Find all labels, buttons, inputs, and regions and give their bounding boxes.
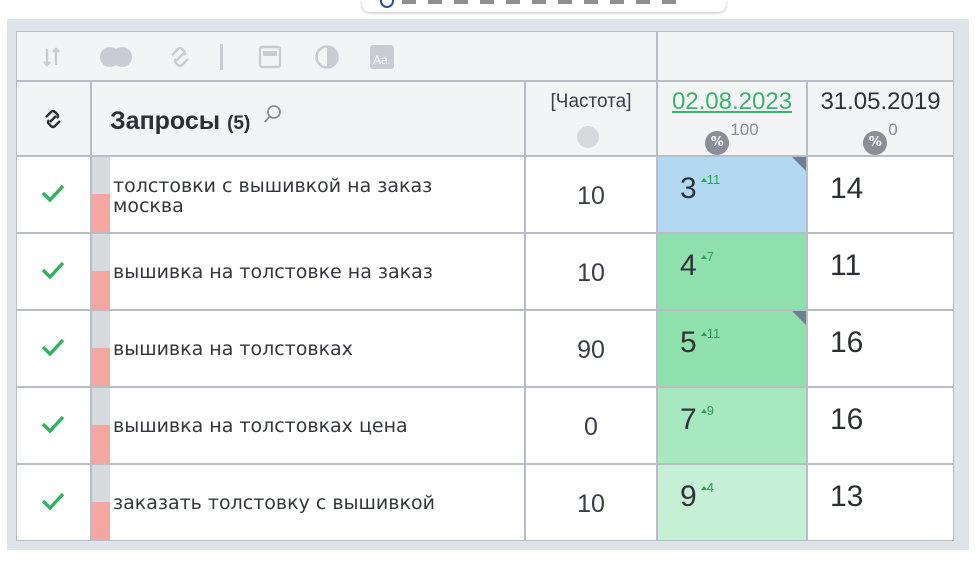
- sort-icon[interactable]: [39, 44, 65, 70]
- position-delta: 7: [700, 249, 714, 264]
- position-delta: 4: [700, 480, 714, 495]
- table-row-check-cell: [17, 388, 90, 463]
- position-delta-value: 11: [706, 326, 721, 341]
- table-row-position-cell[interactable]: 3 11: [658, 157, 806, 232]
- link-icon[interactable]: [40, 106, 66, 136]
- table-row-check-cell: [17, 157, 90, 232]
- query-text: заказать толстовку с вышивкой: [113, 492, 435, 514]
- corner-flag-icon: [792, 311, 806, 325]
- frequency-value: 10: [577, 182, 605, 210]
- prev-position-value: 14: [830, 172, 864, 205]
- query-text: вышивка на толстовке на заказ: [113, 261, 433, 283]
- link-icon[interactable]: [167, 44, 193, 70]
- prev-position-value: 16: [830, 326, 864, 359]
- search-icon[interactable]: [263, 102, 283, 131]
- table-row-query-cell[interactable]: толстовки с вышивкой на заказ москва: [92, 157, 524, 232]
- positions-table: Aa Запросы (5) [Частота] 02.08.2023 %100…: [16, 31, 954, 541]
- frequency-value: 10: [577, 490, 605, 518]
- svg-text:Aa: Aa: [373, 53, 388, 67]
- query-text: вышивка на толстовках цена: [113, 415, 408, 437]
- frequency-bar-fill: [92, 271, 110, 309]
- position-value: 4: [680, 249, 697, 282]
- font-size-icon[interactable]: Aa: [369, 44, 395, 70]
- tooltip-edge: [362, 0, 726, 12]
- toolbar: Aa: [17, 32, 656, 80]
- table-row-prev-position-cell[interactable]: 14: [808, 157, 953, 232]
- table-row-frequency-cell: 90: [526, 311, 656, 386]
- frequency-label: [Частота]: [550, 91, 632, 112]
- query-column-header: Запросы (5): [92, 82, 524, 155]
- position-value: 5: [680, 326, 697, 359]
- position-delta: 11: [700, 172, 721, 187]
- table-row-query-cell[interactable]: вышивка на толстовке на заказ: [92, 234, 524, 309]
- query-title-label: Запросы: [110, 107, 221, 135]
- frequency-column-header[interactable]: [Частота]: [526, 82, 656, 155]
- table-row-check-cell: [17, 465, 90, 540]
- table-row-position-cell[interactable]: 79: [658, 388, 806, 463]
- position-value: 7: [680, 403, 697, 436]
- position-delta-value: 11: [706, 172, 721, 187]
- table-row-prev-position-cell[interactable]: 16: [808, 388, 953, 463]
- position-delta: 11: [700, 326, 721, 341]
- percent-value: 100: [730, 120, 759, 139]
- position-delta: 9: [700, 403, 714, 418]
- checkmark-icon[interactable]: [41, 337, 65, 361]
- frequency-bar-fill: [92, 348, 110, 386]
- table-row-query-cell[interactable]: заказать толстовку с вышивкой: [92, 465, 524, 540]
- prev-position-value: 13: [830, 480, 864, 513]
- link-column-header: [17, 82, 90, 155]
- table-row-frequency-cell: 0: [526, 388, 656, 463]
- frequency-value: 0: [584, 413, 598, 441]
- date-column-header-2: 31.05.2019 %0: [808, 82, 953, 155]
- table-row-check-cell: [17, 234, 90, 309]
- toolbar-divider: [220, 44, 223, 70]
- checkmark-icon[interactable]: [41, 183, 65, 207]
- date-header-top: [658, 32, 953, 80]
- toggle-icon[interactable]: [97, 44, 139, 70]
- tooltip-text-fragment: [402, 0, 682, 4]
- prev-position-value: 11: [830, 249, 862, 282]
- info-icon: [380, 0, 394, 8]
- page-title: Запросы (5): [110, 102, 283, 136]
- table-row-query-cell[interactable]: вышивка на толстовках цена: [92, 388, 524, 463]
- frequency-bar-fill: [92, 194, 110, 232]
- table-row-frequency-cell: 10: [526, 465, 656, 540]
- percent-icon: %: [705, 130, 730, 155]
- table-row-prev-position-cell[interactable]: 13: [808, 465, 953, 540]
- prev-position-value: 16: [830, 403, 864, 436]
- frequency-value: 10: [577, 259, 605, 287]
- calendar-icon[interactable]: [257, 44, 283, 70]
- globe-icon: [577, 126, 599, 148]
- table-row-position-cell[interactable]: 47: [658, 234, 806, 309]
- table-row-check-cell: [17, 311, 90, 386]
- position-delta-value: 4: [706, 480, 714, 495]
- query-text: толстовки с вышивкой на заказ москва: [113, 175, 433, 217]
- table-row-prev-position-cell[interactable]: 16: [808, 311, 953, 386]
- table-row-prev-position-cell[interactable]: 11: [808, 234, 953, 309]
- position-value: 9: [680, 480, 697, 513]
- date-column-header-1: 02.08.2023 %100: [658, 82, 806, 155]
- checkmark-icon[interactable]: [41, 414, 65, 438]
- frequency-value: 90: [577, 336, 605, 364]
- corner-flag-icon: [792, 157, 806, 171]
- frequency-bar-fill: [92, 425, 110, 463]
- contrast-icon[interactable]: [314, 44, 340, 70]
- checkmark-icon[interactable]: [41, 491, 65, 515]
- position-delta-value: 7: [706, 249, 714, 264]
- date-link[interactable]: 02.08.2023: [658, 88, 806, 116]
- position-delta-value: 9: [706, 403, 714, 418]
- table-row-query-cell[interactable]: вышивка на толстовках: [92, 311, 524, 386]
- query-text: вышивка на толстовках: [113, 338, 353, 360]
- table-row-frequency-cell: 10: [526, 234, 656, 309]
- table-row-frequency-cell: 10: [526, 157, 656, 232]
- table-row-position-cell[interactable]: 94: [658, 465, 806, 540]
- query-count: (5): [227, 113, 251, 134]
- date-label[interactable]: 31.05.2019: [808, 88, 953, 116]
- table-row-position-cell[interactable]: 5 11: [658, 311, 806, 386]
- percent-value: 0: [888, 120, 898, 139]
- position-value: 3: [680, 172, 697, 205]
- checkmark-icon[interactable]: [41, 260, 65, 284]
- frequency-bar-fill: [92, 502, 110, 540]
- percent-icon: %: [863, 130, 888, 155]
